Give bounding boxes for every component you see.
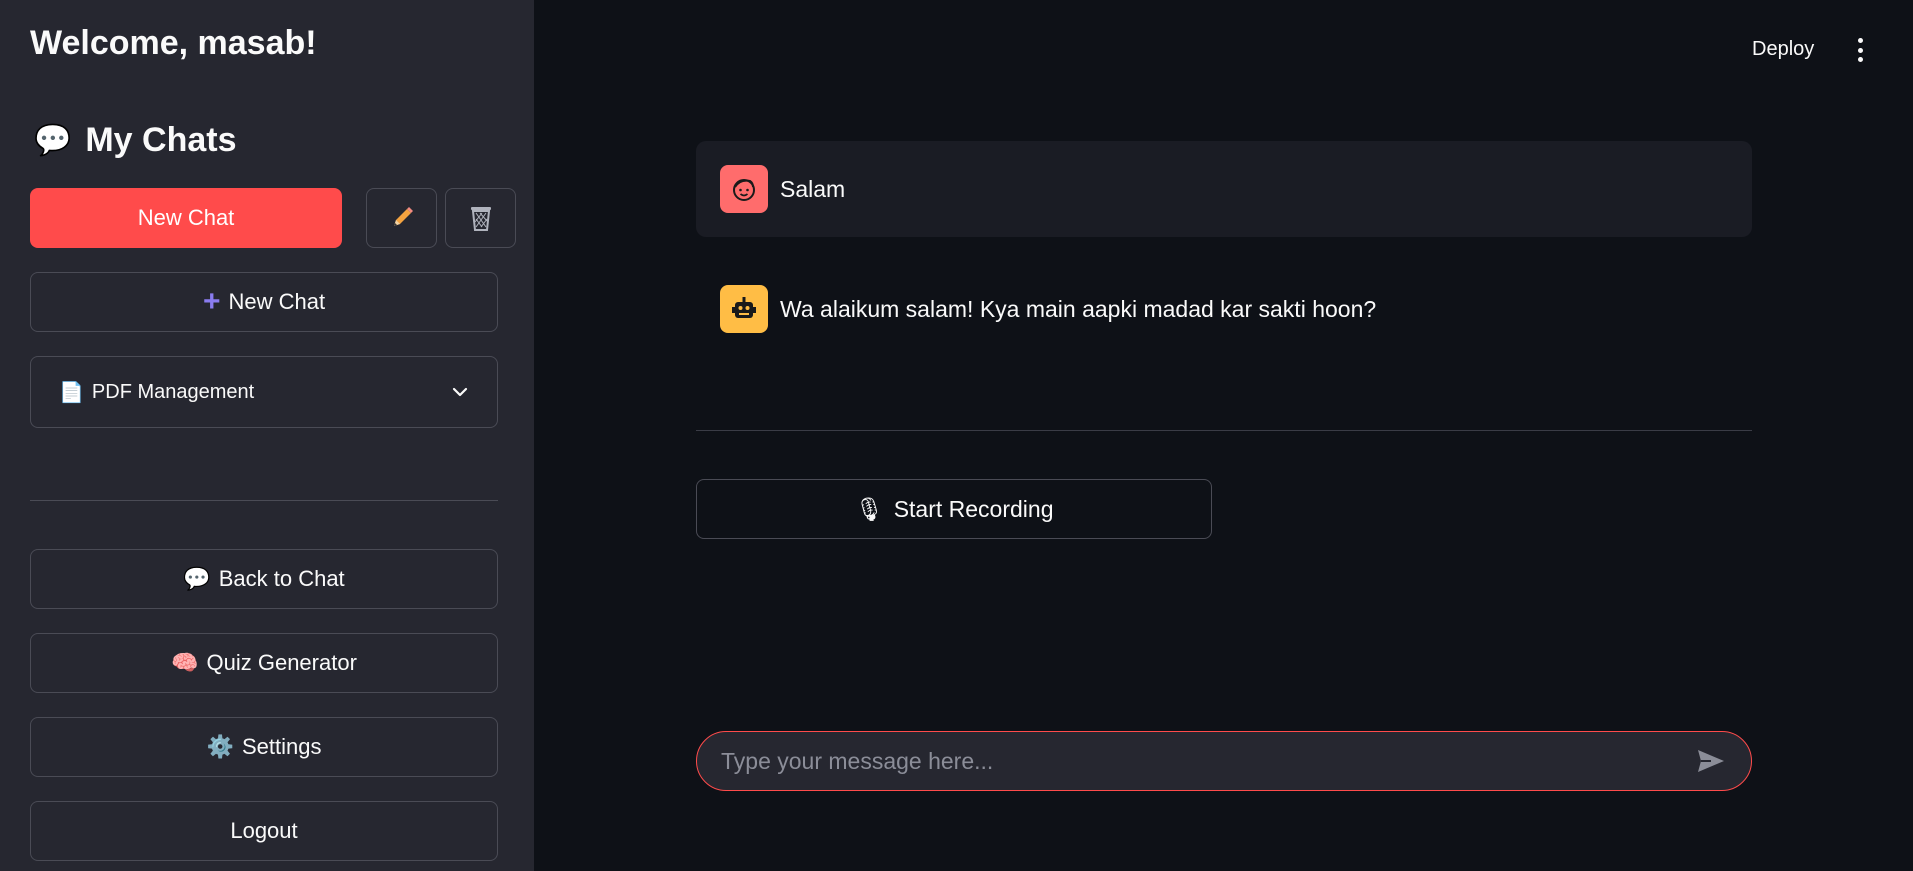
user-avatar [720, 165, 768, 213]
brain-icon: 🧠 [171, 650, 199, 675]
quiz-generator-label: Quiz Generator [206, 650, 357, 675]
robot-icon [732, 297, 756, 318]
quiz-generator-button[interactable]: 🧠 Quiz Generator [30, 633, 498, 693]
assistant-message-text: Wa alaikum salam! Kya main aapki madad k… [780, 295, 1377, 322]
rename-chat-button[interactable] [366, 188, 437, 248]
welcome-title: Welcome, masab! [30, 24, 317, 62]
chevron-down-icon [452, 387, 468, 397]
assistant-avatar [720, 285, 768, 333]
back-to-chat-button[interactable]: 💬 Back to Chat [30, 549, 498, 609]
gear-icon: ⚙️ [206, 734, 234, 759]
app-root: Welcome, masab! 💬 My Chats New Chat + Ne… [0, 0, 1913, 871]
page-icon: 📄 [59, 381, 84, 404]
logout-label: Logout [230, 818, 298, 843]
start-recording-label: Start Recording [893, 495, 1054, 522]
pencil-icon [393, 207, 413, 226]
back-to-chat-label: Back to Chat [218, 566, 345, 591]
user-message: Salam [696, 141, 1752, 237]
send-arrow-icon [1698, 750, 1724, 772]
logout-button[interactable]: Logout [30, 801, 498, 861]
settings-button[interactable]: ⚙️ Settings [30, 717, 498, 777]
kebab-dot [1857, 57, 1863, 62]
microphone-icon: 🎙 [854, 495, 884, 522]
plus-icon: + [202, 285, 221, 318]
wastebasket-icon [470, 207, 491, 231]
speech-bubble-icon: 💬 [183, 566, 211, 591]
deploy-button[interactable]: Deploy [1752, 38, 1814, 61]
pdf-management-header: 📄 PDF Management [59, 380, 451, 405]
user-message-text: Salam [780, 175, 846, 202]
start-recording-button[interactable]: 🎙 Start Recording [696, 479, 1212, 539]
chat-input-container [696, 731, 1752, 791]
pdf-management-expander[interactable]: 📄 PDF Management [30, 356, 498, 428]
assistant-message: Wa alaikum salam! Kya main aapki madad k… [696, 261, 1752, 357]
send-icon[interactable] [1695, 745, 1727, 777]
main-menu-kebab-icon[interactable] [1852, 38, 1868, 62]
sidebar-divider [30, 500, 498, 501]
sidebar: Welcome, masab! 💬 My Chats New Chat + Ne… [0, 0, 534, 871]
delete-chat-button[interactable] [445, 188, 516, 248]
kebab-dot [1857, 47, 1863, 53]
settings-label: Settings [241, 734, 322, 759]
new-chat-button[interactable]: + New Chat [30, 272, 498, 332]
new-chat-label: New Chat [228, 289, 326, 314]
my-chats-heading: 💬 My Chats [34, 121, 237, 160]
new-chat-primary-button[interactable]: New Chat [30, 188, 342, 248]
kebab-dot [1857, 38, 1863, 43]
speech-bubble-icon: 💬 [34, 124, 72, 157]
user-face-icon [733, 179, 755, 201]
main-divider [696, 430, 1752, 431]
pdf-management-label: PDF Management [91, 380, 255, 403]
my-chats-label: My Chats [85, 121, 237, 159]
chat-input[interactable] [721, 747, 1695, 775]
